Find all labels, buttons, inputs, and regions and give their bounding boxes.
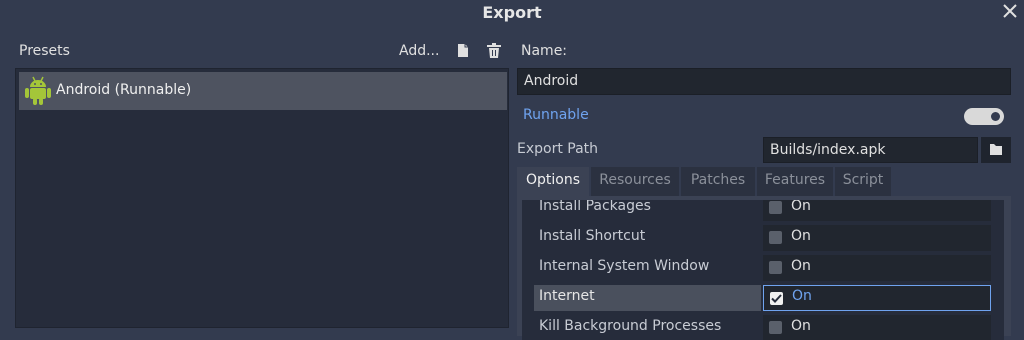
- folder-icon: [990, 144, 1002, 155]
- delete-icon[interactable]: [486, 43, 502, 59]
- preset-list[interactable]: Android (Runnable): [15, 68, 509, 328]
- close-icon[interactable]: [1000, 1, 1020, 21]
- option-checkbox-install-shortcut[interactable]: On: [763, 225, 991, 251]
- options-panel: Install Packages On Install Shortcut On …: [517, 196, 1011, 340]
- option-label: Internal System Window: [539, 258, 710, 274]
- name-label: Name:: [521, 43, 568, 59]
- android-icon: [25, 76, 51, 105]
- tab-resources[interactable]: Resources: [591, 167, 679, 196]
- option-label: Install Shortcut: [539, 228, 646, 244]
- tab-features[interactable]: Features: [757, 167, 833, 196]
- option-checkbox-internet[interactable]: On: [763, 285, 991, 311]
- option-label: Internet: [534, 285, 761, 311]
- tab-script[interactable]: Script: [835, 167, 891, 196]
- export-path-input[interactable]: Builds/index.apk: [763, 137, 978, 163]
- option-label: Kill Background Processes: [539, 318, 722, 334]
- checkbox-icon: [769, 261, 782, 274]
- checkbox-icon: [769, 231, 782, 244]
- preset-item-label: Android (Runnable): [56, 82, 192, 98]
- tab-options[interactable]: Options: [517, 167, 589, 197]
- checkbox-icon: [769, 321, 782, 334]
- window-title: Export: [482, 3, 542, 22]
- options-list[interactable]: Install Packages On Install Shortcut On …: [522, 200, 1004, 340]
- checkbox-icon: [769, 201, 782, 214]
- title-bar: Export: [0, 0, 1024, 26]
- duplicate-icon[interactable]: [455, 43, 471, 59]
- name-input[interactable]: Android: [517, 68, 1011, 95]
- checkbox-checked-icon: [770, 292, 783, 305]
- option-row-install-packages: Install Packages On: [534, 200, 992, 221]
- option-row-kill-background-processes: Kill Background Processes On: [534, 315, 992, 340]
- option-value: On: [791, 200, 811, 214]
- browse-folder-button[interactable]: [981, 137, 1011, 163]
- option-row-internet: Internet On: [534, 285, 992, 311]
- add-preset-button[interactable]: Add...: [399, 43, 439, 59]
- option-label: Install Packages: [539, 200, 651, 214]
- runnable-toggle[interactable]: [964, 108, 1004, 125]
- option-value: On: [791, 228, 811, 244]
- option-checkbox-kill-background-processes[interactable]: On: [763, 315, 991, 340]
- option-checkbox-install-packages[interactable]: On: [763, 200, 991, 221]
- tab-patches[interactable]: Patches: [681, 167, 755, 196]
- runnable-label: Runnable: [523, 107, 589, 123]
- option-value: On: [791, 318, 811, 334]
- toggle-knob: [991, 112, 1000, 121]
- presets-label: Presets: [19, 43, 70, 59]
- preset-item-android[interactable]: Android (Runnable): [19, 72, 507, 110]
- option-value: On: [792, 288, 812, 304]
- option-value: On: [791, 258, 811, 274]
- option-checkbox-internal-system-window[interactable]: On: [763, 255, 991, 281]
- option-row-install-shortcut: Install Shortcut On: [534, 225, 992, 251]
- export-path-label: Export Path: [517, 141, 599, 157]
- option-row-internal-system-window: Internal System Window On: [534, 255, 992, 281]
